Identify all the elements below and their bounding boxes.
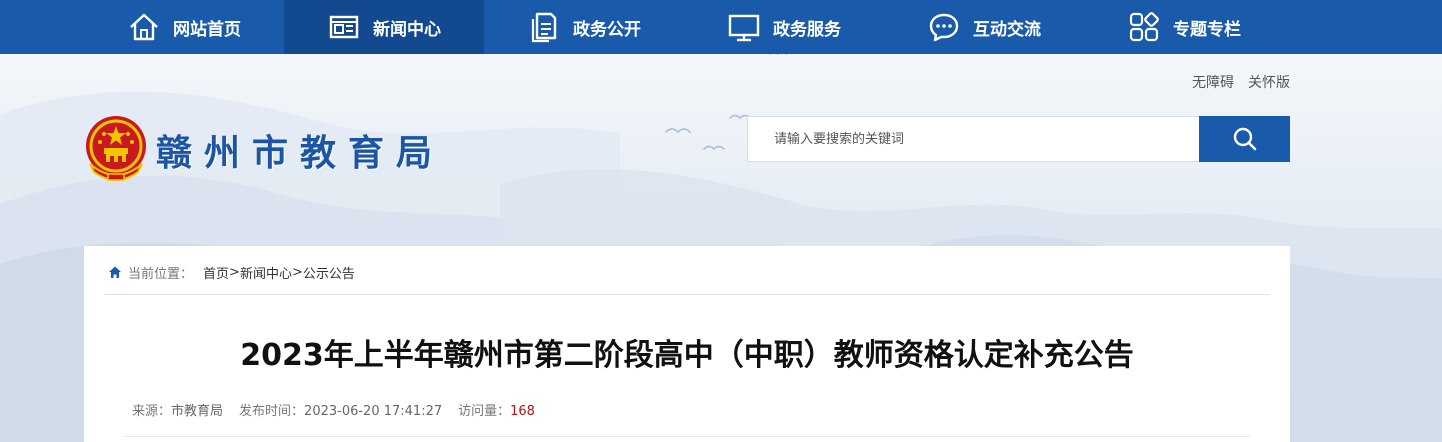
article-title: 2023年上半年赣州市第二阶段高中（中职）教师资格认定补充公告 — [240, 338, 1134, 373]
elderly-mode-link[interactable]: 关怀版 — [1248, 72, 1290, 92]
national-emblem-icon — [86, 116, 146, 181]
nav-label: 互动交流 — [973, 19, 1041, 40]
breadcrumb-divider — [104, 294, 1270, 295]
article-meta: 来源：市教育局 发布时间：2023-06-20 17:41:27 访问量：168 — [132, 400, 535, 419]
nav-label: 政务服务 — [773, 19, 841, 40]
nav-item-special[interactable]: 专题专栏 — [1084, 0, 1284, 54]
utility-links: 无障碍 关怀版 — [1192, 72, 1290, 92]
breadcrumb: 当前位置： 首页 > 新闻中心 > 公示公告 — [108, 262, 355, 282]
nav-item-news[interactable]: 新闻中心 — [284, 0, 484, 54]
breadcrumb-separator: > — [229, 264, 240, 280]
nav-item-gov-affairs[interactable]: 政务公开 — [484, 0, 684, 54]
breadcrumb-home[interactable]: 首页 — [203, 263, 229, 282]
home-icon — [127, 10, 161, 44]
document-icon — [527, 10, 561, 44]
nav-item-home[interactable]: 网站首页 — [84, 0, 284, 54]
top-nav: 网站首页 新闻中心 政务公开 政务服务 互动交流 专题专栏 — [0, 0, 1442, 54]
newspaper-icon — [327, 10, 361, 44]
accessibility-link[interactable]: 无障碍 — [1192, 72, 1234, 92]
nav-label: 政务公开 — [573, 19, 641, 40]
nav-item-gov-service[interactable]: 政务服务 — [684, 0, 884, 54]
meta-divider — [124, 436, 1250, 437]
breadcrumb-separator: > — [291, 264, 303, 280]
nav-label: 网站首页 — [173, 19, 241, 40]
breadcrumb-news[interactable]: 新闻中心 — [240, 263, 292, 282]
nav-label: 新闻中心 — [373, 19, 441, 40]
breadcrumb-notices[interactable]: 公示公告 — [303, 263, 355, 282]
search-icon — [1233, 127, 1256, 151]
nav-item-interaction[interactable]: 互动交流 — [884, 0, 1084, 54]
article-card: 当前位置： 首页 > 新闻中心 > 公示公告 2023年上半年赣州市第二阶段高中… — [84, 246, 1290, 442]
search-input[interactable] — [747, 116, 1200, 162]
meta-source: 来源：市教育局 — [132, 404, 224, 419]
meta-date: 发布时间：2023-06-20 17:41:27 — [239, 404, 443, 419]
nav-label: 专题专栏 — [1173, 19, 1241, 40]
home-small-icon — [109, 266, 121, 278]
site-name: 赣州市教育局 — [156, 132, 445, 174]
meta-views: 访问量：168 — [458, 404, 535, 419]
breadcrumb-label: 当前位置： — [128, 266, 194, 282]
search-button[interactable] — [1199, 116, 1290, 162]
monitor-icon — [727, 10, 761, 44]
grid-icon — [1127, 10, 1161, 44]
chat-icon — [927, 10, 961, 44]
